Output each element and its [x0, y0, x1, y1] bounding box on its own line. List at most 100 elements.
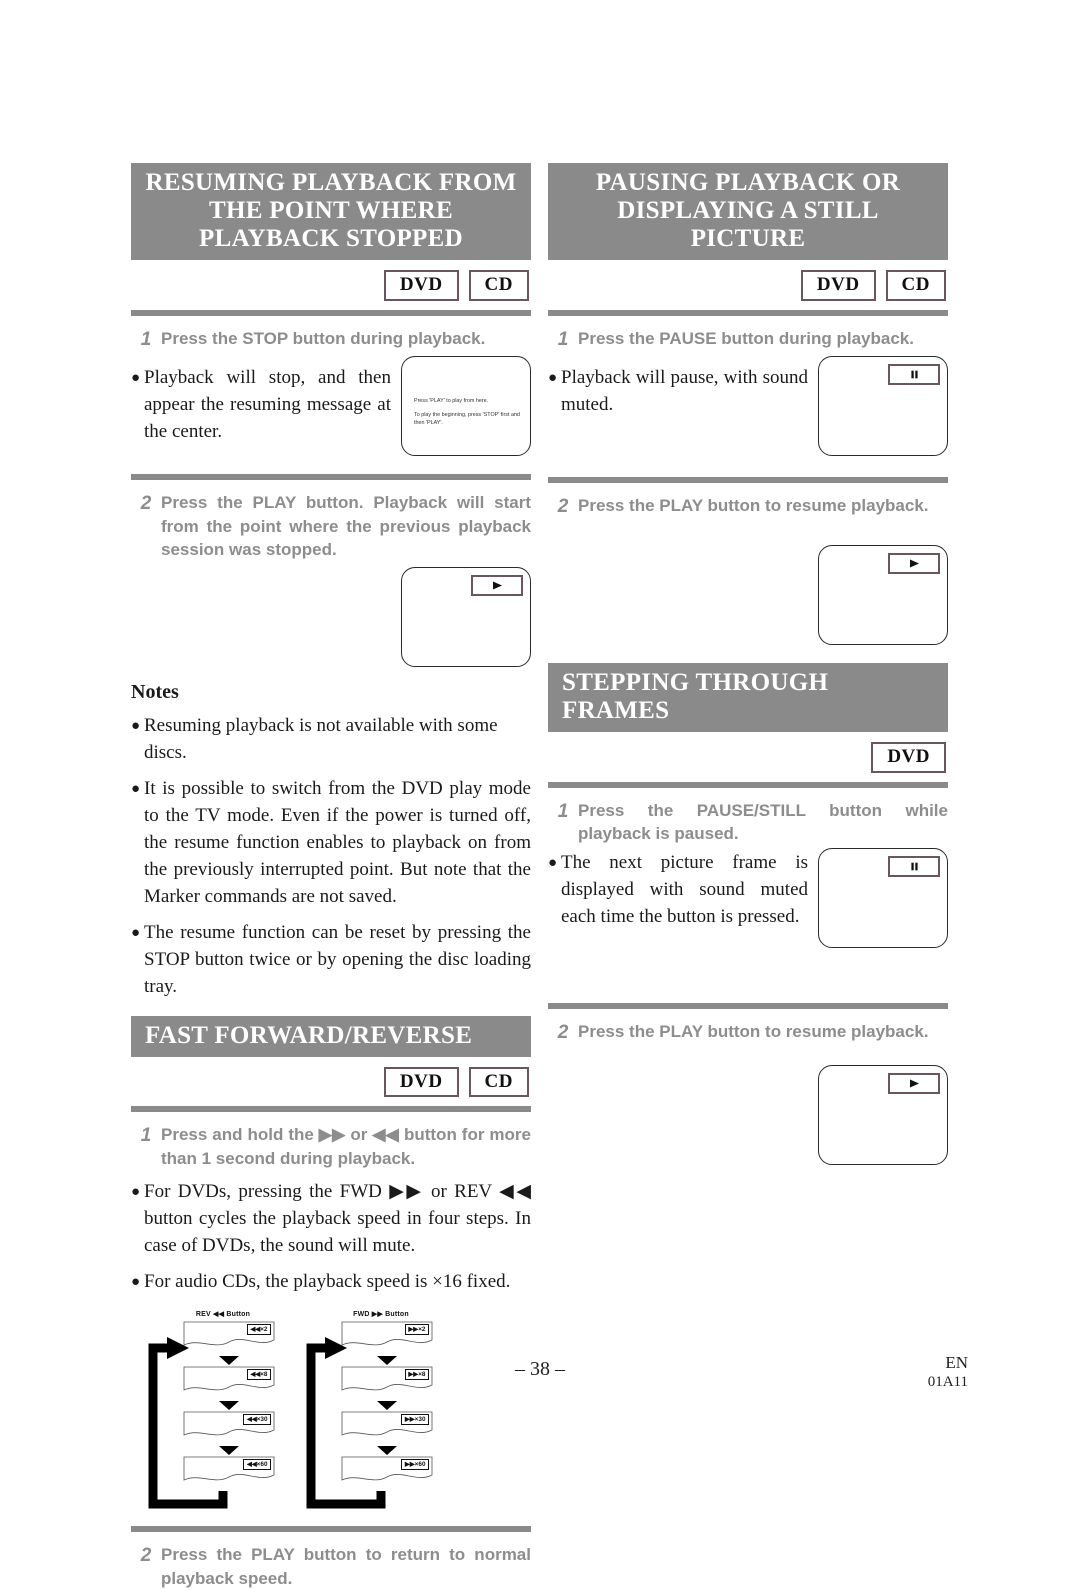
osd-message-line-1: Press 'PLAY' to play from here. [414, 398, 489, 405]
osd-message-line-2: To play the beginning, press 'STOP' firs… [414, 411, 520, 426]
speed-badge: ◀◀×2 [246, 1324, 271, 1336]
bullet-dot: ● [131, 717, 141, 734]
step-instruction: Press the PAUSE button during playback. [578, 328, 914, 348]
footer-language: EN [945, 1353, 968, 1372]
fwd-speed-screen-4: ▶▶×60 [341, 1456, 433, 1486]
divider-rule [131, 1106, 531, 1113]
step-text-part-2: or [345, 1125, 373, 1145]
note-item: ● The resume function can be reset by pr… [131, 920, 531, 1001]
badge-cd: CD [468, 1066, 529, 1098]
speed-badge: ▶▶×2 [404, 1324, 429, 1336]
divider-rule [548, 477, 948, 484]
step-instruction: Press the STOP button during playback. [161, 328, 486, 348]
pausing-screen-1-area [818, 356, 948, 457]
divider-rule [131, 309, 531, 316]
step-number: 2 [557, 1021, 569, 1043]
bullet-paragraph: ● Playback will pause, with sound muted. [548, 365, 808, 419]
badge-cd: CD [885, 270, 946, 301]
rev-speed-screen-4: ◀◀×60 [183, 1456, 275, 1486]
bullet-text: Playback will stop, and then appear the … [144, 367, 391, 443]
pausing-screen-2-area [548, 545, 948, 646]
bullet-text: Playback will pause, with sound muted. [561, 367, 808, 416]
resuming-screen-1-area: Press 'PLAY' to play from here. To play … [401, 356, 531, 457]
play-icon [888, 553, 940, 575]
badge-cd: CD [468, 270, 529, 301]
step-fast-forward-2: 2 Press the PLAY button to return to nor… [131, 1543, 531, 1590]
pausing-step1-body: ● Playback will pause, with sound muted. [548, 356, 948, 457]
bullet-text: For audio CDs, the playback speed is ×16… [144, 1271, 511, 1293]
tv-screen-play [818, 1064, 948, 1165]
badge-dvd: DVD [383, 1066, 459, 1098]
section-header-fast-forward-reverse: FAST FORWARD/REVERSE [131, 1015, 531, 1057]
divider-rule [548, 1002, 948, 1009]
step-instruction: Press the PLAY button to return to norma… [161, 1545, 531, 1588]
step-instruction: Press the PLAY button to resume playback… [578, 1021, 929, 1041]
section-title-line-1: PAUSING PLAYBACK OR [595, 169, 901, 196]
note-text: It is possible to switch from the DVD pl… [144, 777, 531, 907]
fwd-speed-column: FWD ▶▶ Button ▶▶×2 ▶▶×8 ▶▶×30 ▶▶×60 [321, 1310, 441, 1490]
pause-icon [888, 364, 940, 386]
bullet-dot: ● [131, 1184, 141, 1201]
bullet-dot: ● [548, 370, 558, 387]
speed-badge: ◀◀×30 [243, 1414, 271, 1426]
bullet-dot: ● [131, 924, 141, 941]
down-arrow-icon [341, 1400, 433, 1411]
right-column: PAUSING PLAYBACK OR DISPLAYING A STILL P… [548, 163, 948, 1165]
step-number: 2 [140, 1545, 152, 1567]
section-title: STEPPING THROUGH FRAMES [562, 669, 829, 725]
step-number: 1 [140, 328, 152, 350]
step-number: 2 [557, 496, 569, 518]
rev-speed-screen-3: ◀◀×30 [183, 1411, 275, 1441]
badge-dvd: DVD [383, 270, 459, 301]
section-title-line-2: THE POINT WHERE [209, 197, 453, 224]
play-icon [471, 574, 523, 596]
media-badges-resuming: DVD CD [131, 270, 531, 301]
section-title-line-3: PLAYBACK STOPPED [199, 225, 463, 252]
section-header-pausing-playback: PAUSING PLAYBACK OR DISPLAYING A STILL P… [548, 163, 948, 260]
rev-speed-column: REV ◀◀ Button ◀◀×2 ◀◀×8 ◀◀×30 ◀◀×60 [163, 1310, 283, 1490]
bullet-paragraph: ● Playback will stop, and then appear th… [131, 365, 391, 446]
divider-rule [131, 1526, 531, 1533]
resuming-step1-text-area: ● Playback will stop, and then appear th… [131, 356, 391, 446]
step-pausing-1: 1 Press the PAUSE button during playback… [548, 327, 948, 353]
step-number: 1 [557, 800, 569, 822]
speed-cycle-diagram: REV ◀◀ Button ◀◀×2 ◀◀×8 ◀◀×30 ◀◀×60 FWD … [131, 1310, 531, 1510]
stepping-step1-body: ● The next picture frame is displayed wi… [548, 847, 948, 948]
section-title: FAST FORWARD/REVERSE [145, 1021, 473, 1049]
tv-screen-pause [818, 356, 948, 457]
bullet-dot: ● [131, 1274, 141, 1291]
divider-rule [548, 309, 948, 316]
osd-message-text: Press 'PLAY' to play from here. To play … [414, 397, 522, 431]
tv-screen-resume-message: Press 'PLAY' to play from here. To play … [401, 356, 531, 457]
pause-icon [888, 855, 940, 877]
speed-badge: ◀◀×60 [243, 1459, 271, 1471]
step-resuming-2: 2 Press the PLAY button. Playback will s… [131, 491, 531, 561]
step-fast-forward-1: 1 Press and hold the ▶▶ or ◀◀ button for… [131, 1123, 531, 1170]
play-icon [888, 1072, 940, 1094]
down-arrow-icon [183, 1445, 275, 1456]
fast-forward-bullet: ● For DVDs, pressing the FWD ▶▶ or REV ◀… [131, 1179, 531, 1260]
tv-screen-play [818, 545, 948, 646]
speed-badge: ◀◀×8 [246, 1369, 271, 1381]
divider-rule [131, 474, 531, 481]
step-resuming-1: 1 Press the STOP button during playback. [131, 327, 531, 353]
media-badges-stepping: DVD [548, 742, 948, 773]
note-item: ● Resuming playback is not available wit… [131, 713, 531, 767]
badge-dvd: DVD [871, 742, 946, 773]
step-instruction: Press the PLAY button. Playback will sta… [161, 493, 531, 560]
notes-heading: Notes [131, 680, 179, 703]
speed-badge: ▶▶×30 [401, 1414, 429, 1426]
manual-page: RESUMING PLAYBACK FROM THE POINT WHERE P… [0, 0, 1080, 1588]
step-stepping-2: 2 Press the PLAY button to resume playba… [548, 1020, 948, 1046]
bullet-dot: ● [548, 854, 558, 871]
step-text-part-1: Press and hold the [161, 1125, 319, 1145]
note-item: ● It is possible to switch from the DVD … [131, 776, 531, 911]
media-badges-pausing: DVD CD [548, 270, 948, 301]
page-number: – 38 – [515, 1358, 565, 1380]
step-pausing-2: 2 Press the PLAY button to resume playba… [548, 494, 948, 520]
footer-code: 01A11 [927, 1374, 968, 1391]
tv-screen-play [401, 566, 531, 667]
fwd-column-caption: FWD ▶▶ Button [353, 1311, 409, 1319]
bullet-dot: ● [131, 780, 141, 797]
down-arrow-icon [341, 1445, 433, 1456]
